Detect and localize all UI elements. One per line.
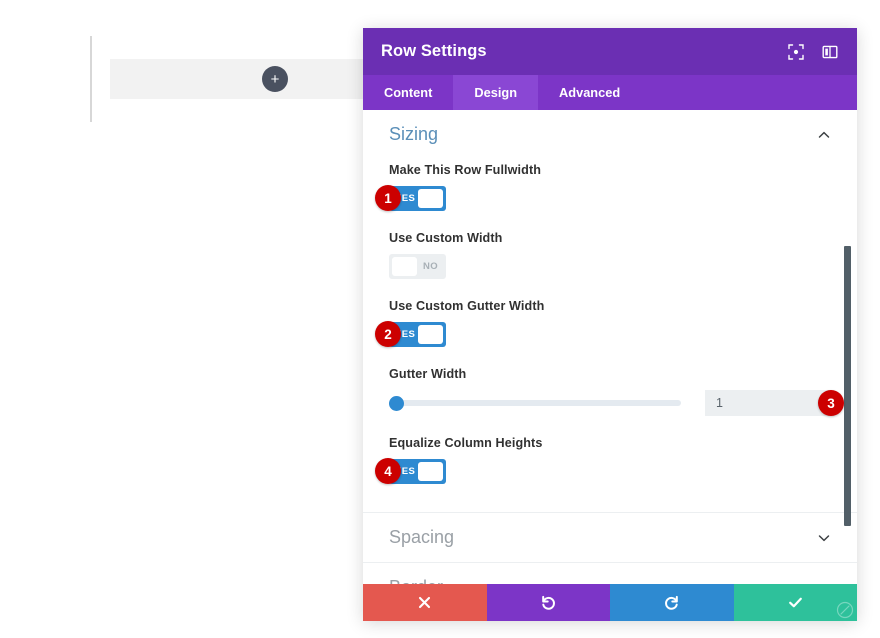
toggle-wrap: 2 YES bbox=[389, 322, 446, 347]
slider-handle[interactable] bbox=[389, 396, 404, 411]
chevron-up-icon bbox=[817, 128, 831, 142]
section-spacing: Spacing bbox=[363, 513, 857, 563]
tab-advanced[interactable]: Advanced bbox=[538, 75, 641, 110]
scrollbar-track[interactable] bbox=[846, 110, 854, 584]
layout-columns-icon[interactable] bbox=[817, 39, 843, 65]
add-row-button[interactable]: + bbox=[262, 66, 288, 92]
redo-arrow-icon bbox=[663, 594, 680, 611]
tab-content[interactable]: Content bbox=[363, 75, 453, 110]
field-use-custom-width: Use Custom Width NO bbox=[389, 231, 831, 279]
cancel-button[interactable] bbox=[363, 584, 487, 621]
field-gutter-width: Gutter Width 3 bbox=[389, 367, 831, 416]
field-make-row-fullwidth: Make This Row Fullwidth 1 YES bbox=[389, 163, 831, 211]
field-label: Make This Row Fullwidth bbox=[389, 163, 831, 177]
toggle-wrap: NO bbox=[389, 254, 446, 279]
toggle-knob bbox=[418, 325, 443, 344]
close-x-icon bbox=[417, 595, 432, 610]
undo-button[interactable] bbox=[487, 584, 611, 621]
section-border-header[interactable]: Border bbox=[363, 563, 857, 584]
page-left-rule bbox=[90, 36, 92, 122]
redo-button[interactable] bbox=[610, 584, 734, 621]
chevron-down-icon bbox=[817, 531, 831, 545]
page-title: Row Settings bbox=[381, 42, 775, 61]
modal-header: Row Settings bbox=[363, 28, 857, 75]
field-label: Use Custom Gutter Width bbox=[389, 299, 831, 313]
resize-handle[interactable] bbox=[835, 600, 855, 620]
field-label: Use Custom Width bbox=[389, 231, 831, 245]
section-sizing: Sizing Make This Row Fullwidth 1 YES bbox=[363, 110, 857, 513]
step-badge-1: 1 bbox=[375, 185, 401, 211]
section-border: Border bbox=[363, 563, 857, 584]
checkmark-icon bbox=[787, 594, 804, 611]
section-sizing-header[interactable]: Sizing bbox=[363, 110, 857, 159]
plus-icon: + bbox=[271, 72, 280, 87]
modal-scroll-area: Sizing Make This Row Fullwidth 1 YES bbox=[363, 110, 857, 584]
gutter-width-input[interactable] bbox=[705, 390, 831, 416]
toggle-knob bbox=[418, 462, 443, 481]
undo-arrow-icon bbox=[540, 594, 557, 611]
scrollbar-thumb[interactable] bbox=[844, 246, 851, 526]
slider-track[interactable] bbox=[389, 400, 681, 406]
toggle-wrap: 1 YES bbox=[389, 186, 446, 211]
section-title: Sizing bbox=[389, 124, 817, 145]
slider-input-wrap: 3 bbox=[705, 390, 831, 416]
focus-target-icon[interactable] bbox=[783, 39, 809, 65]
step-badge-2: 2 bbox=[375, 321, 401, 347]
gutter-width-slider[interactable] bbox=[389, 394, 705, 412]
field-use-custom-gutter-width: Use Custom Gutter Width 2 YES bbox=[389, 299, 831, 347]
section-sizing-content: Make This Row Fullwidth 1 YES Use Custom… bbox=[363, 159, 857, 512]
modal-tab-bar: Content Design Advanced bbox=[363, 75, 857, 110]
modal-action-bar bbox=[363, 584, 857, 621]
field-label: Gutter Width bbox=[389, 367, 831, 381]
toggle-use-custom-width[interactable]: NO bbox=[389, 254, 446, 279]
section-title: Spacing bbox=[389, 527, 817, 548]
modal-body: Sizing Make This Row Fullwidth 1 YES bbox=[363, 110, 857, 584]
toggle-knob bbox=[392, 257, 417, 276]
row-settings-modal: Row Settings Content Design Advanced bbox=[363, 28, 857, 621]
step-badge-4: 4 bbox=[375, 458, 401, 484]
tab-design[interactable]: Design bbox=[453, 75, 538, 110]
step-badge-3: 3 bbox=[818, 390, 844, 416]
toggle-knob bbox=[418, 189, 443, 208]
field-equalize-column-heights: Equalize Column Heights 4 YES bbox=[389, 436, 831, 484]
toggle-wrap: 4 YES bbox=[389, 459, 446, 484]
section-spacing-header[interactable]: Spacing bbox=[363, 513, 857, 562]
toggle-state-label: NO bbox=[423, 261, 438, 272]
slider-row: 3 bbox=[389, 390, 831, 416]
field-label: Equalize Column Heights bbox=[389, 436, 831, 450]
section-title: Border bbox=[389, 577, 817, 584]
